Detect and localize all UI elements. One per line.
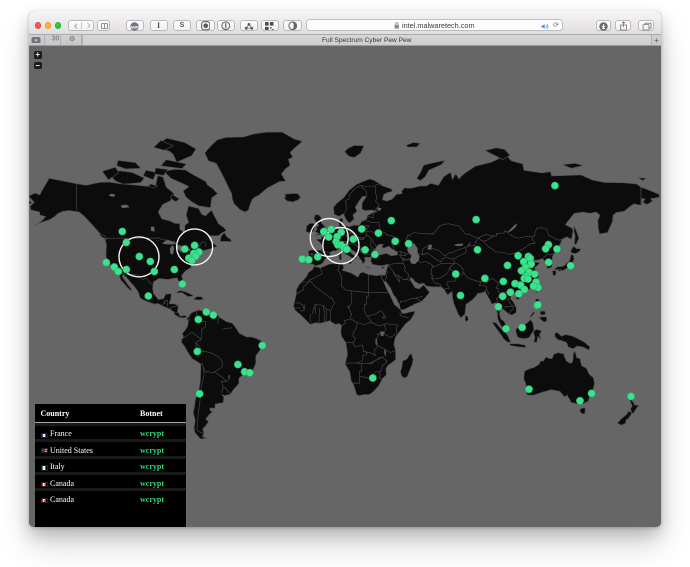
svg-text:ABP: ABP	[130, 24, 139, 29]
